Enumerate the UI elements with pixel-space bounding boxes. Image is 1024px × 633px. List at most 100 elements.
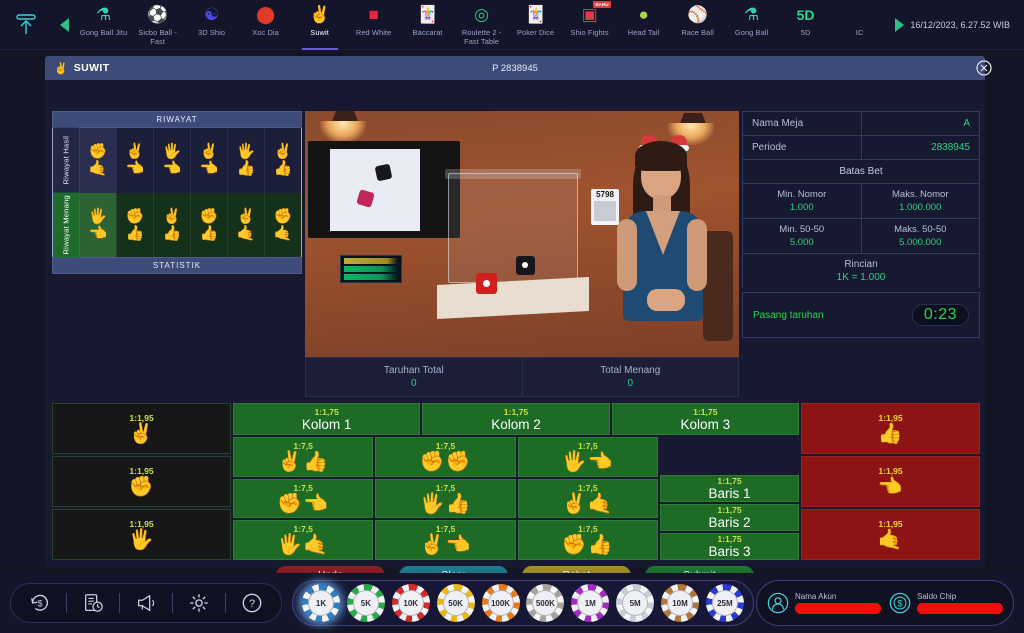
history-cell[interactable]: ✊ 🤙 — [264, 192, 301, 257]
chip-10k[interactable]: 10K — [391, 584, 430, 622]
nav-item-sicbo-ball-fast[interactable]: ⚽ Sicbo Ball - Fast — [131, 0, 185, 50]
bet-cell-baris-2[interactable]: 1:1,75 Baris 2 — [660, 504, 799, 531]
bet-hand-icons: ✌🤙 — [561, 492, 614, 515]
hand-bottom-icon: 🤙 — [88, 160, 108, 178]
hand-top-icon: ✊ — [199, 207, 219, 225]
led-line-top — [344, 258, 398, 264]
chip-25m[interactable]: 25M — [705, 584, 744, 622]
live-video-stream[interactable]: 5798 — [305, 111, 739, 357]
bet-cell-left-1[interactable]: 1:1,95 ✌ — [52, 403, 231, 454]
bet-cell-left-3[interactable]: 1:1,95 🖐 — [52, 509, 231, 560]
monitor-die-red — [356, 189, 375, 208]
baccarat-icon: 🃏 — [417, 4, 439, 24]
nav-item-label: Roulette 2 - Fast Table — [461, 27, 502, 46]
bet-cell-kolom-3[interactable]: 1:1,75 Kolom 3 — [611, 403, 799, 435]
nav-item-ic[interactable]: IC — [833, 0, 887, 50]
bet-label: Kolom 3 — [680, 416, 731, 432]
statistics-button[interactable]: STATISTIK — [52, 257, 302, 274]
account-name-block: Nama Akun — [795, 592, 881, 614]
nav-prev-button[interactable] — [53, 17, 77, 33]
bet-history-button[interactable] — [78, 588, 108, 618]
chip-10m[interactable]: 10M — [661, 584, 699, 622]
nav-item-gong-ball[interactable]: ⚗ Gong Ball — [725, 0, 779, 50]
nav-item-poker-dice[interactable]: 🃏 Poker Dice — [509, 0, 563, 50]
chip-5k[interactable]: 5K — [346, 584, 385, 622]
bet-odds: 1:7,5 — [578, 482, 598, 493]
history-cell[interactable]: ✌ 👍 — [153, 192, 190, 257]
bet-limit-label: Batas Bet — [839, 166, 883, 177]
chip-50k[interactable]: 50K — [436, 584, 475, 622]
bet-odds: 1:1,95 — [129, 412, 154, 423]
history-cell[interactable]: ✌ 👈 — [116, 128, 153, 193]
balance-refresh-icon: $ — [30, 594, 48, 611]
bet-cell-combo-r1-c3[interactable]: 1:7,5 🖐👈 — [517, 437, 658, 477]
bet-cell-right-2[interactable]: 1:1,95 👈 — [801, 456, 980, 507]
history-cell[interactable]: ✌ 🤙 — [227, 192, 264, 257]
bet-cell-combo-r1-c1[interactable]: 1:7,5 ✌👍 — [233, 437, 374, 477]
history-cell[interactable]: 🖐 👈 — [79, 192, 116, 257]
chip-500k[interactable]: 500K — [526, 584, 565, 622]
maks-nomor-label: Maks. Nomor — [892, 189, 949, 200]
history-cell[interactable]: ✊ 👍 — [116, 192, 153, 257]
kolom-header-row: 1:1,75 Kolom 1 1:1,75 Kolom 2 1:1,75 Kolom 3 — [233, 403, 799, 435]
bet-cell-combo-r2-c1[interactable]: 1:7,5 ✊👈 — [233, 478, 374, 519]
history-header[interactable]: RIWAYAT — [52, 111, 302, 128]
bet-cell-right-1[interactable]: 1:1,95 👍 — [801, 403, 980, 454]
nav-item-5d[interactable]: 5D 5D — [779, 0, 833, 50]
bet-cell-combo-r3-c2[interactable]: 1:7,5 ✌👈 — [375, 520, 516, 561]
nav-item-shio-fights[interactable]: BARU ▣ Shio Fights — [563, 0, 617, 50]
bet-cell-combo-r2-c3[interactable]: 1:7,5 ✌🤙 — [517, 478, 658, 519]
total-bet-cell: Taruhan Total 0 — [306, 358, 522, 396]
bet-cell-left-2[interactable]: 1:1,95 ✊ — [52, 456, 231, 507]
bet-cell-baris-3[interactable]: 1:1,75 Baris 3 — [660, 533, 799, 560]
balance-group: $ Saldo Chip — [889, 592, 1003, 614]
bet-cell-kolom-2[interactable]: 1:1,75 Kolom 2 — [422, 403, 610, 435]
3d-shio-icon: ☯ — [203, 4, 220, 24]
bottom-bar: $ ? 1K 5K 10K 50K 100K 500K 1M 5M 10M 25… — [0, 573, 1024, 633]
nav-item-suwit[interactable]: ✌ Suwit — [293, 0, 347, 50]
game-window-body: RIWAYAT Riwayat Hasil ✊ 🤙 ✌ 👈 🖐 👈 ✌ 👈 🖐 👍 ✌ 👍 Riwayat… — [45, 80, 985, 585]
nav-item-roulette-2-fast-table[interactable]: ◎ Roulette 2 - Fast Table — [455, 0, 509, 50]
nav-item-gong-ball-jitu[interactable]: ⚗ Gong Ball Jitu — [77, 0, 131, 50]
bet-cell-right-3[interactable]: 1:1,95 🤙 — [801, 509, 980, 560]
nav-item-race-ball[interactable]: ⚾ Race Ball — [671, 0, 725, 50]
nav-next-button[interactable] — [887, 17, 911, 33]
bet-cell-combo-r3-c1[interactable]: 1:7,5 🖐🤙 — [233, 520, 374, 561]
balance-label: Saldo Chip — [917, 592, 957, 601]
nav-item-red-white[interactable]: ■ Red White — [347, 0, 401, 50]
chip-coin-icon: $ — [889, 592, 911, 614]
site-logo[interactable] — [0, 13, 53, 37]
hand-bottom-icon: 👈 — [88, 224, 108, 242]
chip-1k[interactable]: 1K — [302, 584, 340, 622]
settings-button[interactable] — [184, 588, 214, 618]
bet-hand-icons: ✌👍 — [277, 450, 330, 473]
current-datetime: 16/12/2023, 6.27.52 WIB — [910, 19, 1010, 30]
history-cell[interactable]: ✌ 👈 — [190, 128, 227, 193]
bet-cell-combo-r3-c3[interactable]: 1:7,5 ✊👍 — [517, 520, 658, 561]
balance-block: Saldo Chip — [917, 592, 1003, 614]
balance-refresh-button[interactable]: $ — [25, 588, 55, 618]
chip-100k[interactable]: 100K — [481, 584, 520, 622]
help-button[interactable]: ? — [237, 588, 267, 618]
history-cell[interactable]: 🖐 👍 — [227, 128, 264, 193]
announcement-icon — [138, 595, 155, 611]
history-cell[interactable]: 🖐 👈 — [153, 128, 190, 193]
chip-label: 1K — [308, 590, 334, 616]
nav-item-baccarat[interactable]: 🃏 Baccarat — [401, 0, 455, 50]
announcement-button[interactable] — [131, 588, 161, 618]
history-cell[interactable]: ✊ 🤙 — [79, 128, 116, 193]
close-button[interactable] — [975, 59, 993, 77]
bet-cell-baris-1[interactable]: 1:1,75 Baris 1 — [660, 475, 799, 502]
bet-odds: 1:1,75 — [717, 505, 742, 515]
chip-5m[interactable]: 5M — [616, 584, 655, 622]
history-cell[interactable]: ✌ 👍 — [264, 128, 301, 193]
history-cell[interactable]: ✊ 👍 — [190, 192, 227, 257]
bet-cell-combo-r2-c2[interactable]: 1:7,5 🖐👍 — [375, 478, 516, 519]
bet-cell-combo-r1-c2[interactable]: 1:7,5 ✊✊ — [375, 437, 516, 477]
nav-item-xoc-dia[interactable]: ⬤ Xoc Dia — [239, 0, 293, 50]
account-name-group: Nama Akun — [767, 592, 881, 614]
bet-cell-kolom-1[interactable]: 1:1,75 Kolom 1 — [233, 403, 421, 435]
chip-1m[interactable]: 1M — [571, 584, 610, 622]
nav-item-head-tail[interactable]: ● Head Tail — [617, 0, 671, 50]
nav-item-3d-shio[interactable]: ☯ 3D Shio — [185, 0, 239, 50]
